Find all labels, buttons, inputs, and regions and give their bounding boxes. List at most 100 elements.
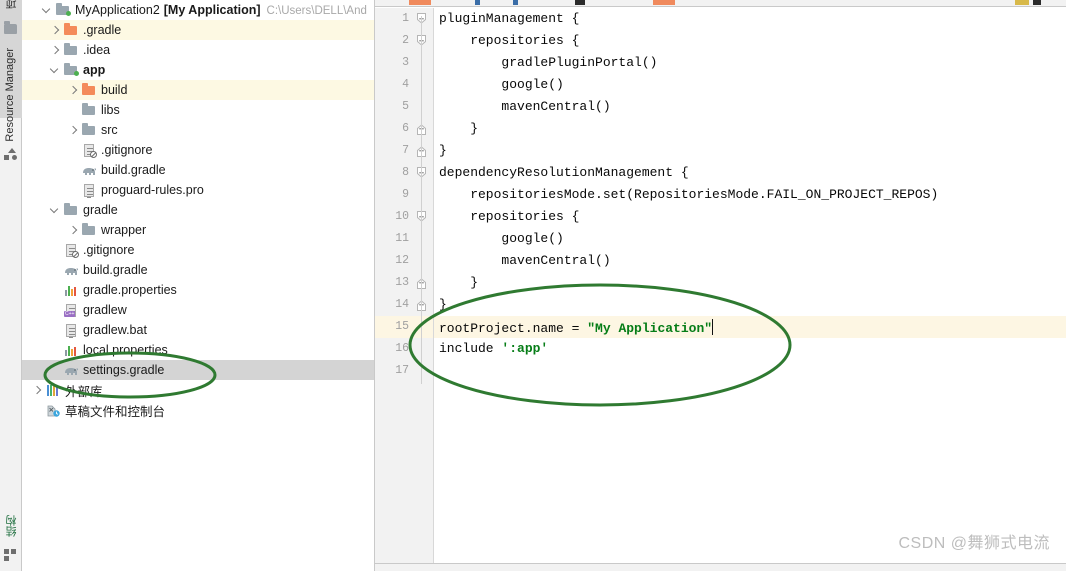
tree-row-root[interactable]: MyApplication2 [My Application] C:\Users\D…	[22, 0, 374, 20]
code-line-text: mavenCentral()	[439, 253, 611, 268]
project-tool-label[interactable]: 项	[4, 0, 20, 9]
code-line[interactable]: }	[434, 118, 1066, 140]
code-line[interactable]: repositories {	[434, 30, 1066, 52]
tree-row-[interactable]: 外部库	[22, 380, 374, 400]
tree-row-gradle.properties[interactable]: gradle.properties	[22, 280, 374, 300]
chevron-right-icon[interactable]	[32, 385, 43, 396]
folder-grey-icon	[81, 122, 97, 138]
chevron-right-icon[interactable]	[50, 45, 61, 56]
code-line-text: google()	[439, 77, 564, 92]
code-line[interactable]: repositories {	[434, 206, 1066, 228]
tree-row-settings.gradle[interactable]: settings.gradle	[22, 360, 374, 380]
tree-row-libs[interactable]: libs	[22, 100, 374, 120]
code-line-text: google()	[439, 231, 564, 246]
toolbar-sliver	[375, 0, 1066, 7]
line-number: 16	[395, 342, 409, 355]
module-folder-icon	[63, 62, 79, 78]
scratch-icon	[45, 402, 61, 418]
chevron-right-icon[interactable]	[50, 25, 61, 36]
code-line[interactable]: mavenCentral()	[434, 96, 1066, 118]
tree-item-label: libs	[101, 103, 120, 117]
code-line[interactable]: }	[434, 272, 1066, 294]
toolbar-icon-3[interactable]	[513, 0, 518, 5]
structure-tool-label[interactable]: 结构	[4, 515, 20, 537]
resource-manager-label[interactable]: Resource Manager	[4, 48, 16, 142]
tree-item-label: gradlew	[83, 303, 127, 317]
code-line[interactable]: }	[434, 140, 1066, 162]
code-line[interactable]: }	[434, 294, 1066, 316]
line-number: 1	[402, 12, 409, 25]
chevron-down-icon[interactable]	[50, 65, 61, 76]
code-line[interactable]: gradlePluginPortal()	[434, 52, 1066, 74]
toolbar-icon-7[interactable]	[1033, 0, 1041, 5]
code-line[interactable]: rootProject.name = "My Application"	[434, 316, 1066, 338]
toolbar-icon-6[interactable]	[1015, 0, 1029, 5]
chevron-right-icon[interactable]	[68, 125, 79, 136]
tree-item-label: src	[101, 123, 118, 137]
properties-file-icon	[63, 342, 79, 358]
tree-row-wrapper[interactable]: wrapper	[22, 220, 374, 240]
project-root-name: MyApplication2	[75, 3, 160, 17]
tree-row-.gitignore[interactable]: .gitignore	[22, 240, 374, 260]
tree-row-.idea[interactable]: .idea	[22, 40, 374, 60]
tree-row-app[interactable]: app	[22, 60, 374, 80]
code-line[interactable]	[434, 360, 1066, 382]
text-caret	[712, 319, 714, 335]
library-icon	[45, 382, 61, 398]
chevron-right-icon[interactable]	[68, 225, 79, 236]
tree-row-[interactable]: 草稿文件和控制台	[22, 400, 374, 420]
toolbar-icon-1[interactable]	[409, 0, 431, 5]
properties-file-icon	[63, 282, 79, 298]
tree-row-.gitignore[interactable]: .gitignore	[22, 140, 374, 160]
tree-row-local.properties[interactable]: local.properties	[22, 340, 374, 360]
editor-gutter[interactable]: 1 2 3 4 5 6 7 8 9 10 11 12 13 14 15 16 17	[375, 8, 433, 571]
code-line-text: }	[439, 121, 479, 136]
code-string-literal: "My Application"	[587, 321, 713, 336]
tree-row-.gradle[interactable]: .gradle	[22, 20, 374, 40]
project-root-alias: [My Application]	[163, 3, 261, 17]
tree-row-build.gradle[interactable]: build.gradle	[22, 160, 374, 180]
code-line[interactable]: mavenCentral()	[434, 250, 1066, 272]
fold-guide-line	[421, 170, 422, 324]
tree-item-label: .gitignore	[83, 243, 135, 257]
code-line[interactable]: pluginManagement {	[434, 8, 1066, 30]
project-root-path: C:\Users\DELL\And	[266, 5, 367, 17]
code-line[interactable]: repositoriesMode.set(RepositoriesMode.FA…	[434, 184, 1066, 206]
chevron-down-icon[interactable]	[42, 5, 53, 16]
editor-text-area[interactable]: pluginManagement { repositories { gradle…	[434, 8, 1066, 571]
tree-item-label: build	[101, 83, 128, 97]
tree-row-src[interactable]: src	[22, 120, 374, 140]
code-line[interactable]: include ':app'	[434, 338, 1066, 360]
code-line-text: gradlePluginPortal()	[439, 55, 658, 70]
line-number: 9	[402, 188, 409, 201]
tree-row-build[interactable]: build	[22, 80, 374, 100]
toolbar-icon-2[interactable]	[475, 0, 480, 5]
chevron-down-icon[interactable]	[50, 205, 61, 216]
code-line[interactable]: google()	[434, 74, 1066, 96]
ide-window: 项 Resource Manager 结构 MyApplication2 [My …	[0, 0, 1066, 571]
code-editor[interactable]: 1 2 3 4 5 6 7 8 9 10 11 12 13 14 15 16 17 pluginManageme…	[375, 0, 1066, 571]
tree-row-gradle[interactable]: gradle	[22, 200, 374, 220]
tree-row-gradlew[interactable]: C++ gradlew	[22, 300, 374, 320]
project-tree[interactable]: MyApplication2 [My Application] C:\Users\D…	[22, 0, 374, 420]
chevron-right-icon[interactable]	[68, 85, 79, 96]
code-line-text: repositoriesMode.set(RepositoriesMode.FA…	[439, 187, 939, 202]
tree-row-build.gradle[interactable]: build.gradle	[22, 260, 374, 280]
gitignore-file-icon	[81, 142, 97, 158]
project-tree-panel[interactable]: MyApplication2 [My Application] C:\Users\D…	[22, 0, 375, 571]
tree-row-proguard-rules.pro[interactable]: proguard-rules.pro	[22, 180, 374, 200]
gradle-file-icon	[63, 262, 79, 278]
toolbar-icon-4[interactable]	[575, 0, 585, 5]
code-line[interactable]: dependencyResolutionManagement {	[434, 162, 1066, 184]
toolbar-icon-5[interactable]	[653, 0, 675, 5]
gradle-file-icon	[81, 162, 97, 178]
code-line[interactable]: google()	[434, 228, 1066, 250]
tree-row-gradlew.bat[interactable]: gradlew.bat	[22, 320, 374, 340]
code-line-text: repositories {	[439, 209, 580, 224]
